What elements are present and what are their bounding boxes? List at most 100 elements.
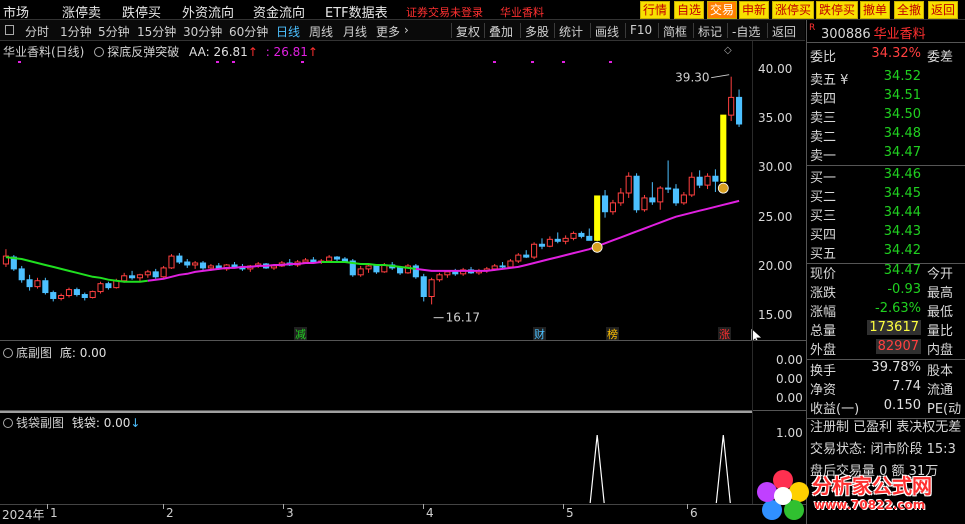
trade-button[interactable]: 申新	[739, 1, 770, 19]
candle[interactable]	[601, 190, 609, 218]
period-tab[interactable]: 15分钟	[137, 23, 176, 40]
candle[interactable]	[81, 292, 88, 301]
candle[interactable]	[657, 186, 664, 210]
period-tab[interactable]: 月线	[343, 23, 367, 40]
tool-button[interactable]: 叠加	[489, 23, 513, 40]
candle[interactable]	[554, 232, 561, 244]
candle[interactable]	[436, 272, 443, 282]
menu-item[interactable]: 外资流向	[182, 2, 234, 21]
sub1-title[interactable]: 底副图	[16, 346, 52, 360]
candle[interactable]	[712, 169, 719, 193]
candle[interactable]	[105, 281, 112, 290]
candle[interactable]	[515, 253, 522, 263]
period-tab[interactable]: 日线	[276, 23, 300, 40]
candle[interactable]	[428, 277, 435, 305]
candle[interactable]	[412, 263, 419, 279]
candle[interactable]	[365, 263, 372, 273]
tool-button[interactable]: 多股	[525, 23, 549, 40]
tool-button[interactable]: 标记	[698, 23, 722, 40]
candle[interactable]	[562, 235, 569, 245]
login-status[interactable]: 证券交易未登录	[406, 4, 483, 20]
trade-button[interactable]: 自选	[674, 1, 705, 19]
pane-divider[interactable]	[0, 340, 806, 341]
candle[interactable]	[546, 236, 553, 248]
candle[interactable]	[152, 268, 159, 279]
menu-item[interactable]: 涨停卖	[62, 2, 101, 21]
candle[interactable]	[680, 192, 687, 205]
candle[interactable]	[720, 114, 727, 183]
candle[interactable]	[326, 255, 333, 262]
candle[interactable]	[184, 259, 191, 268]
period-tab[interactable]: 更多	[376, 23, 400, 40]
candle[interactable]	[672, 184, 680, 206]
candle[interactable]	[18, 265, 25, 283]
candle[interactable]	[444, 270, 451, 278]
candle[interactable]	[58, 293, 65, 301]
candle[interactable]	[333, 256, 341, 262]
candle[interactable]	[420, 273, 427, 302]
tool-button[interactable]: 复权	[456, 23, 480, 40]
candle[interactable]	[735, 89, 743, 127]
candle[interactable]	[144, 269, 151, 278]
trade-button[interactable]: 交易	[707, 1, 738, 19]
candle[interactable]	[594, 195, 601, 242]
candle[interactable]	[373, 264, 380, 274]
chevron-right-icon[interactable]: ›	[404, 23, 409, 37]
event-marker[interactable]: 涨	[718, 327, 731, 341]
tool-button[interactable]: F10	[630, 23, 652, 37]
menu-item[interactable]: 市场	[3, 2, 29, 21]
event-marker[interactable]: 榜	[606, 327, 619, 341]
gear-icon[interactable]	[3, 348, 13, 358]
candle[interactable]	[586, 228, 593, 241]
period-tab[interactable]: 5分钟	[98, 23, 130, 40]
menu-item[interactable]: 跌停买	[122, 2, 161, 21]
candle[interactable]	[665, 160, 672, 193]
candle[interactable]	[633, 173, 640, 213]
event-marker[interactable]: 减	[294, 327, 307, 341]
period-tab[interactable]: 分时	[25, 23, 49, 40]
panel-toggle-icon[interactable]	[5, 25, 14, 35]
candle[interactable]	[42, 277, 49, 295]
candle[interactable]	[97, 281, 104, 294]
candle[interactable]	[688, 172, 695, 197]
candle[interactable]	[349, 259, 356, 277]
candle[interactable]	[160, 265, 167, 278]
candle[interactable]	[578, 231, 585, 239]
candle[interactable]	[168, 254, 175, 269]
candle[interactable]	[531, 242, 538, 260]
stock-code-header[interactable]: 300886 华业香料	[821, 23, 926, 42]
event-marker[interactable]: 财	[533, 327, 546, 341]
candle[interactable]	[507, 259, 514, 268]
candle[interactable]	[570, 231, 577, 241]
trade-button[interactable]: 全撤	[894, 1, 925, 19]
candle[interactable]	[538, 238, 546, 250]
candle[interactable]	[65, 287, 73, 298]
candle[interactable]	[176, 253, 183, 264]
candle[interactable]	[199, 261, 207, 270]
candle[interactable]	[704, 173, 711, 190]
qiandai-chart[interactable]	[0, 411, 752, 505]
candle[interactable]	[50, 290, 57, 302]
candle[interactable]	[523, 250, 530, 259]
period-tab[interactable]: 30分钟	[183, 23, 222, 40]
candle[interactable]	[129, 270, 136, 280]
candle[interactable]	[73, 287, 80, 297]
tool-button[interactable]: 返回	[772, 23, 796, 40]
candlestick-chart[interactable]: 39.30 16.17 ◇ 减 财 榜 涨	[0, 41, 805, 341]
menu-item[interactable]: ETF数据表	[325, 2, 388, 21]
candle[interactable]	[609, 199, 616, 215]
period-tab[interactable]: 60分钟	[229, 23, 268, 40]
candle[interactable]	[89, 290, 96, 299]
tool-button[interactable]: -自选	[732, 23, 760, 40]
candle[interactable]	[728, 76, 735, 122]
trade-button[interactable]: 行情	[640, 1, 671, 19]
candle[interactable]	[625, 172, 632, 198]
candle[interactable]	[696, 170, 703, 189]
period-tab[interactable]: 周线	[309, 23, 333, 40]
trade-button[interactable]: 撤单	[860, 1, 891, 19]
candle[interactable]	[649, 182, 656, 205]
menu-item[interactable]: 资金流向	[253, 2, 305, 21]
tool-button[interactable]: 画线	[595, 23, 619, 40]
trade-button[interactable]: 跌停买	[816, 1, 859, 19]
trade-button[interactable]: 返回	[928, 1, 959, 19]
